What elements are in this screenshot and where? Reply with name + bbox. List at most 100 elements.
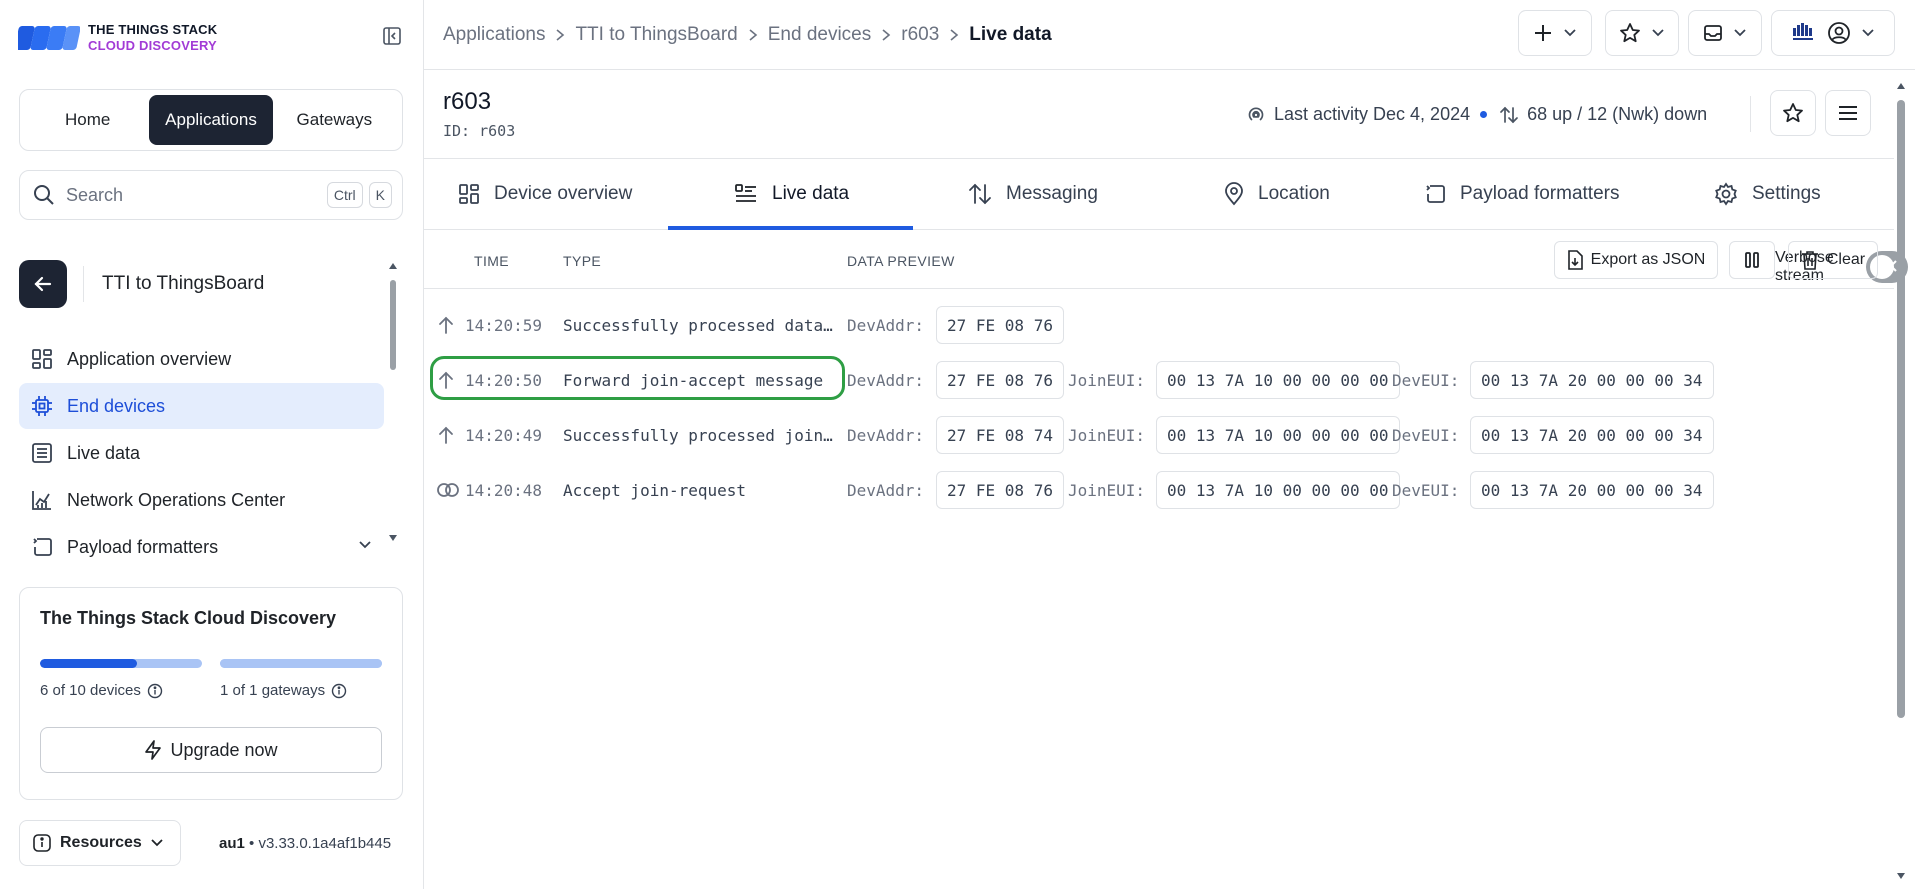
joineui-value[interactable]: 00 13 7A 10 00 00 00 00 (1156, 416, 1400, 454)
column-time: TIME (474, 253, 510, 269)
device-id-label: ID: (443, 122, 471, 140)
user-avatar-icon (1827, 21, 1851, 45)
pause-stream-button[interactable] (1729, 241, 1775, 279)
deveui-label: DevEUI: (1392, 481, 1460, 500)
chevron-down-icon (1861, 28, 1875, 38)
scroll-up-icon[interactable] (388, 262, 398, 270)
deveui-label: DevEUI: (1392, 371, 1460, 390)
back-button[interactable] (19, 260, 67, 308)
divider (83, 266, 84, 302)
gear-icon (1714, 182, 1738, 206)
activity-dot (1480, 111, 1488, 118)
shortcut-k: K (368, 182, 392, 208)
sidebar-scroll-thumb[interactable] (390, 280, 396, 370)
nav-applications[interactable]: Applications (149, 95, 273, 145)
clear-label: Clear (1826, 251, 1866, 268)
cluster-name: au1 (219, 835, 245, 852)
devices-usage-fill (40, 659, 138, 668)
tab-label: Messaging (1006, 183, 1098, 204)
tab-messaging[interactable]: Messaging (968, 159, 1098, 229)
resources-dropdown[interactable]: Resources (19, 820, 181, 866)
scroll-down-icon[interactable] (1896, 872, 1906, 880)
deveui-label: DevEUI: (1392, 426, 1460, 445)
sidebar-item-label: Application overview (67, 348, 232, 369)
add-menu-button[interactable] (1518, 10, 1592, 56)
export-json-button[interactable]: Export as JSON (1554, 241, 1718, 279)
main-scroll-thumb[interactable] (1897, 100, 1905, 718)
search-icon (32, 183, 56, 207)
tab-label: Payload formatters (1460, 183, 1620, 204)
device-header: r603 ID: r603 (443, 88, 515, 140)
nav-home[interactable]: Home (26, 95, 149, 145)
breadcrumb-applications[interactable]: Applications (443, 24, 545, 46)
tab-device-overview[interactable]: Device overview (458, 159, 632, 229)
devaddr-value[interactable]: 27 FE 08 76 (936, 361, 1064, 399)
top-bar: Applications TTI to ThingsBoard End devi… (424, 0, 1915, 70)
sidebar-item-live-data[interactable]: Live data (19, 430, 384, 476)
version-info: au1 • v3.33.0.1a4af1b445 (219, 835, 392, 852)
scroll-up-icon[interactable] (1896, 82, 1906, 90)
upgrade-now-button[interactable]: Upgrade now (40, 727, 382, 773)
event-row[interactable]: 14:20:48 Accept join-request DevAddr: 27… (424, 470, 1894, 510)
breadcrumb-device[interactable]: r603 (901, 24, 939, 46)
organization-logo-icon (1791, 22, 1817, 44)
bookmark-device-button[interactable] (1770, 90, 1816, 136)
sidebar-item-end-devices[interactable]: End devices (19, 383, 384, 429)
tab-label: Device overview (494, 183, 633, 204)
joineui-value[interactable]: 00 13 7A 10 00 00 00 00 (1156, 471, 1400, 509)
event-type: Successfully processed data message (563, 316, 839, 335)
code-icon (31, 536, 53, 558)
sidebar-scrollbar[interactable] (388, 262, 398, 542)
clear-button[interactable]: Clear (1788, 241, 1878, 279)
scroll-down-icon[interactable] (388, 534, 398, 542)
chart-icon (31, 489, 53, 511)
devaddr-value[interactable]: 27 FE 08 74 (936, 416, 1064, 454)
main-nav: Home Applications Gateways (19, 89, 403, 151)
tab-payload-formatters[interactable]: Payload formatters (1424, 159, 1619, 229)
sidebar-item-network-operations-center[interactable]: Network Operations Center (19, 477, 384, 523)
chevron-down-icon[interactable] (358, 540, 372, 550)
shortcut-ctrl: Ctrl (326, 182, 363, 208)
devaddr-value[interactable]: 27 FE 08 76 (936, 306, 1064, 344)
device-menu-button[interactable] (1825, 90, 1871, 136)
devaddr-label: DevAddr: (847, 371, 925, 390)
devaddr-value[interactable]: 27 FE 08 76 (936, 471, 1064, 509)
devaddr-label: DevAddr: (847, 316, 925, 335)
star-icon (1782, 102, 1804, 124)
joineui-value[interactable]: 00 13 7A 10 00 00 00 00 (1156, 361, 1400, 399)
tab-label: Settings (1752, 183, 1821, 204)
nav-gateways[interactable]: Gateways (273, 95, 396, 145)
breadcrumb-end-devices[interactable]: End devices (768, 24, 872, 46)
brand-logo[interactable]: THE THINGS STACK CLOUD DISCOVERY (18, 22, 217, 54)
search-input[interactable]: Search Ctrl K (19, 170, 403, 220)
bookmarks-button[interactable] (1605, 10, 1679, 56)
collapse-sidebar-icon[interactable] (382, 26, 402, 46)
tab-settings[interactable]: Settings (1714, 159, 1821, 229)
tab-location[interactable]: Location (1224, 159, 1330, 229)
main-scrollbar[interactable] (1894, 78, 1908, 889)
signal-icon (1246, 105, 1266, 125)
sidebar-item-payload-formatters[interactable]: Payload formatters (19, 524, 384, 570)
breadcrumb-application[interactable]: TTI to ThingsBoard (575, 24, 737, 46)
trash-icon (1801, 250, 1819, 270)
event-row[interactable]: 14:20:59 Successfully processed data mes… (424, 305, 1894, 345)
application-name: TTI to ThingsBoard (102, 273, 265, 294)
notifications-button[interactable] (1688, 10, 1762, 56)
chevron-down-icon (150, 838, 164, 848)
account-menu-button[interactable] (1771, 10, 1895, 56)
info-icon[interactable] (147, 683, 163, 699)
sidebar-item-application-overview[interactable]: Application overview (19, 336, 384, 382)
code-icon (1424, 183, 1446, 205)
event-time: 14:20:48 (465, 481, 543, 500)
sidebar-menu: Application overview End devices Live da… (19, 336, 384, 571)
chevron-down-icon (1563, 28, 1577, 38)
tab-live-data[interactable]: Live data (734, 159, 849, 229)
deveui-value[interactable]: 00 13 7A 20 00 00 00 34 (1470, 361, 1714, 399)
deveui-value[interactable]: 00 13 7A 20 00 00 00 34 (1470, 416, 1714, 454)
uplink-arrow-icon (436, 425, 456, 445)
event-row[interactable]: 14:20:49 Successfully processed join-req… (424, 415, 1894, 455)
info-icon[interactable] (331, 683, 347, 699)
deveui-value[interactable]: 00 13 7A 20 00 00 00 34 (1470, 471, 1714, 509)
event-type: Accept join-request (563, 481, 747, 500)
plan-title: The Things Stack Cloud Discovery (40, 608, 337, 628)
